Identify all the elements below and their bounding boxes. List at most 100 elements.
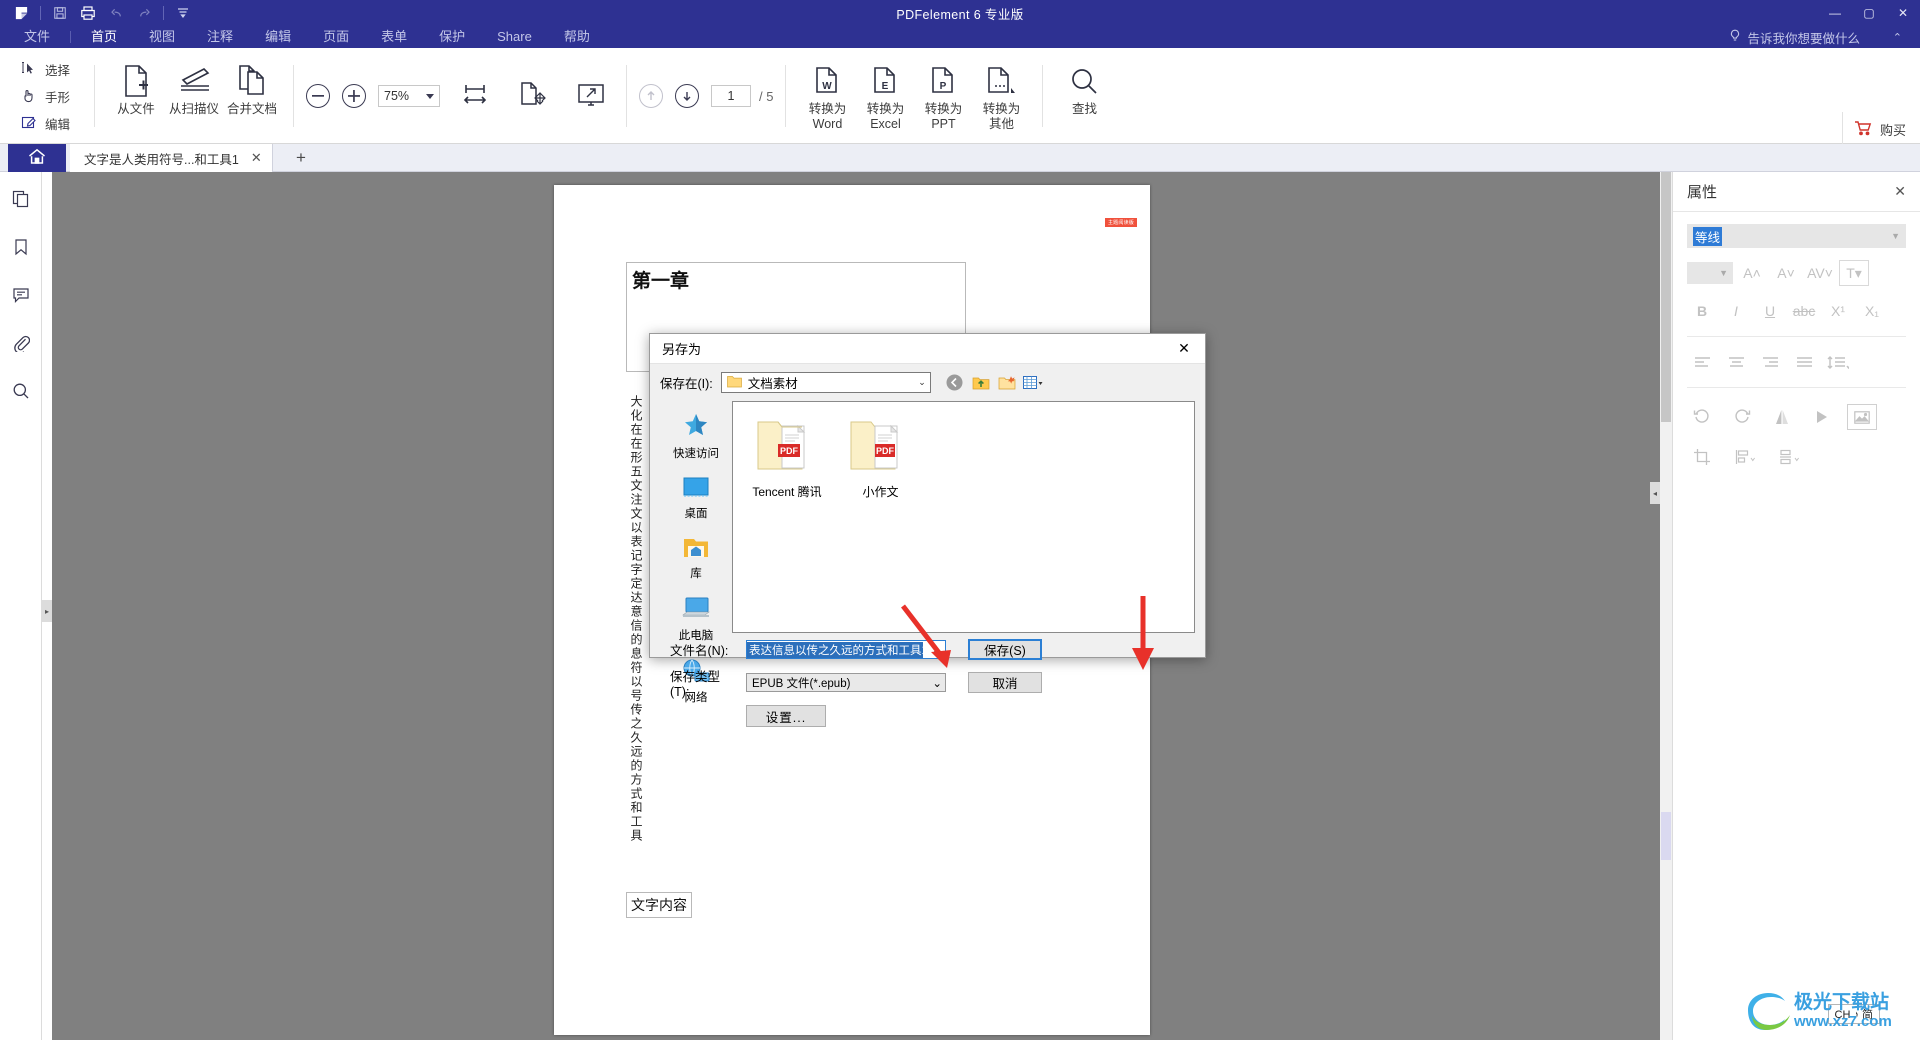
menu-form[interactable]: 表单	[365, 26, 423, 48]
convert-to-ppt-button[interactable]: P 转换为 PPT	[914, 54, 972, 138]
text-box-icon[interactable]: T▾	[1839, 260, 1869, 286]
left-panel-expander[interactable]: ▸	[42, 600, 52, 622]
replace-image-icon[interactable]	[1847, 404, 1877, 430]
filename-input[interactable]: 表达信息以传之久远的方式和工具1.epub ⌄	[746, 640, 946, 659]
grow-font-icon[interactable]: A˄	[1737, 260, 1767, 286]
new-tab-button[interactable]: +	[287, 144, 315, 172]
menu-share[interactable]: Share	[481, 26, 548, 48]
redo-icon[interactable]	[131, 1, 157, 25]
align-objects-icon[interactable]	[1731, 444, 1761, 470]
save-icon[interactable]	[47, 1, 73, 25]
flip-horizontal-icon[interactable]	[1807, 404, 1837, 430]
flip-vertical-icon[interactable]	[1767, 404, 1797, 430]
print-icon[interactable]	[75, 1, 101, 25]
content-text-box[interactable]: 文字内容	[626, 892, 692, 918]
from-file-button[interactable]: 从文件	[107, 54, 165, 138]
menu-edit[interactable]: 编辑	[249, 26, 307, 48]
zoom-in-button[interactable]	[342, 84, 367, 108]
up-folder-icon[interactable]	[971, 373, 991, 393]
dialog-close-icon[interactable]: ✕	[1171, 336, 1197, 362]
comment-icon[interactable]	[6, 282, 36, 308]
align-right-icon[interactable]	[1755, 349, 1785, 375]
rotate-right-icon[interactable]	[1727, 404, 1757, 430]
document-tab[interactable]: 文字是人类用符号...和工具1 ✕	[70, 144, 273, 172]
undo-icon[interactable]	[103, 1, 129, 25]
scrollbar-marker[interactable]	[1661, 812, 1671, 860]
file-item[interactable]: PDF Tencent 腾讯	[749, 416, 825, 500]
search-panel-icon[interactable]	[6, 378, 36, 404]
underline-button[interactable]: U	[1755, 298, 1785, 324]
menu-comment[interactable]: 注释	[191, 26, 249, 48]
align-left-icon[interactable]	[1687, 349, 1717, 375]
rotate-left-icon[interactable]	[1687, 404, 1717, 430]
zoom-out-button[interactable]	[306, 84, 331, 108]
close-button[interactable]: ✕	[1886, 0, 1920, 26]
minimize-button[interactable]: —	[1818, 0, 1852, 26]
customize-qat-icon[interactable]	[170, 1, 196, 25]
close-icon[interactable]: ✕	[251, 150, 262, 166]
font-family-select[interactable]: 等线 ▼	[1687, 224, 1906, 248]
menu-page[interactable]: 页面	[307, 26, 365, 48]
place-library[interactable]: 库	[663, 537, 729, 581]
distribute-icon[interactable]	[1775, 444, 1805, 470]
crop-icon[interactable]	[1687, 444, 1717, 470]
filetype-select[interactable]: EPUB 文件(*.epub) ⌄	[746, 673, 946, 692]
properties-close-icon[interactable]: ✕	[1894, 183, 1906, 200]
scrollbar-thumb[interactable]	[1661, 172, 1671, 422]
maximize-button[interactable]: ▢	[1852, 0, 1886, 26]
italic-button[interactable]: I	[1721, 298, 1751, 324]
strikethrough-button[interactable]: abc	[1789, 298, 1819, 324]
file-item[interactable]: PDF 小作文	[842, 416, 918, 500]
from-scanner-button[interactable]: 从扫描仪	[165, 54, 223, 138]
save-button[interactable]: 保存(S)	[968, 639, 1042, 660]
font-size-select[interactable]: ▼	[1687, 262, 1733, 284]
back-icon[interactable]	[945, 373, 965, 393]
tell-me-search[interactable]: 告诉我你想要做什么	[1729, 26, 1860, 48]
merge-docs-button[interactable]: 合并文档	[223, 54, 281, 138]
bold-button[interactable]: B	[1687, 298, 1717, 324]
thumbnails-icon[interactable]	[6, 186, 36, 212]
place-desktop[interactable]: 桌面	[663, 477, 729, 521]
shrink-font-icon[interactable]: A˅	[1771, 260, 1801, 286]
place-this-pc[interactable]: 此电脑	[663, 597, 729, 643]
menu-help[interactable]: 帮助	[548, 26, 606, 48]
save-in-combo[interactable]: 文档素材 ⌄	[720, 372, 931, 393]
hand-tool-button[interactable]: 手形	[18, 84, 78, 109]
convert-to-excel-button[interactable]: E 转换为 Excel	[856, 54, 914, 138]
next-page-button[interactable]	[675, 84, 700, 108]
menu-home[interactable]: 首页	[75, 26, 133, 48]
convert-to-word-button[interactable]: W 转换为 Word	[798, 54, 856, 138]
line-spacing-icon[interactable]	[1823, 349, 1853, 375]
align-center-icon[interactable]	[1721, 349, 1751, 375]
menu-view[interactable]: 视图	[133, 26, 191, 48]
find-button[interactable]: 查找	[1055, 54, 1113, 138]
previous-page-button[interactable]	[639, 84, 664, 108]
convert-to-other-button[interactable]: 转换为 其他	[972, 54, 1030, 138]
home-tab-button[interactable]	[8, 144, 66, 172]
document-vertical-scrollbar[interactable]	[1660, 172, 1672, 1040]
align-justify-icon[interactable]	[1789, 349, 1819, 375]
file-list[interactable]: PDF Tencent 腾讯 PDF 小作文	[732, 401, 1195, 633]
app-logo-icon[interactable]	[8, 1, 34, 25]
right-panel-collapser[interactable]: ◂	[1650, 482, 1660, 504]
buy-button[interactable]: 购买	[1854, 120, 1906, 139]
edit-tool-button[interactable]: 编辑	[18, 111, 78, 136]
superscript-button[interactable]: X¹	[1823, 298, 1853, 324]
settings-button[interactable]: 设置...	[746, 705, 826, 727]
views-icon[interactable]	[1022, 373, 1043, 393]
menu-protect[interactable]: 保护	[423, 26, 481, 48]
menu-file[interactable]: 文件	[8, 26, 66, 48]
collapse-ribbon-button[interactable]: ⌃	[1893, 26, 1902, 48]
fit-width-button[interactable]	[452, 60, 498, 132]
character-spacing-icon[interactable]: AV˅	[1805, 260, 1835, 286]
select-tool-button[interactable]: 选择	[18, 57, 78, 82]
subscript-button[interactable]: X₁	[1857, 298, 1887, 324]
attachment-icon[interactable]	[6, 330, 36, 356]
fit-page-button[interactable]	[510, 60, 556, 132]
place-quick-access[interactable]: 快速访问	[663, 413, 729, 461]
current-page-input[interactable]: 1	[711, 85, 752, 107]
presentation-mode-button[interactable]	[568, 60, 614, 132]
bookmark-icon[interactable]	[6, 234, 36, 260]
cancel-button[interactable]: 取消	[968, 672, 1042, 693]
zoom-level-select[interactable]: 75%	[378, 85, 441, 107]
